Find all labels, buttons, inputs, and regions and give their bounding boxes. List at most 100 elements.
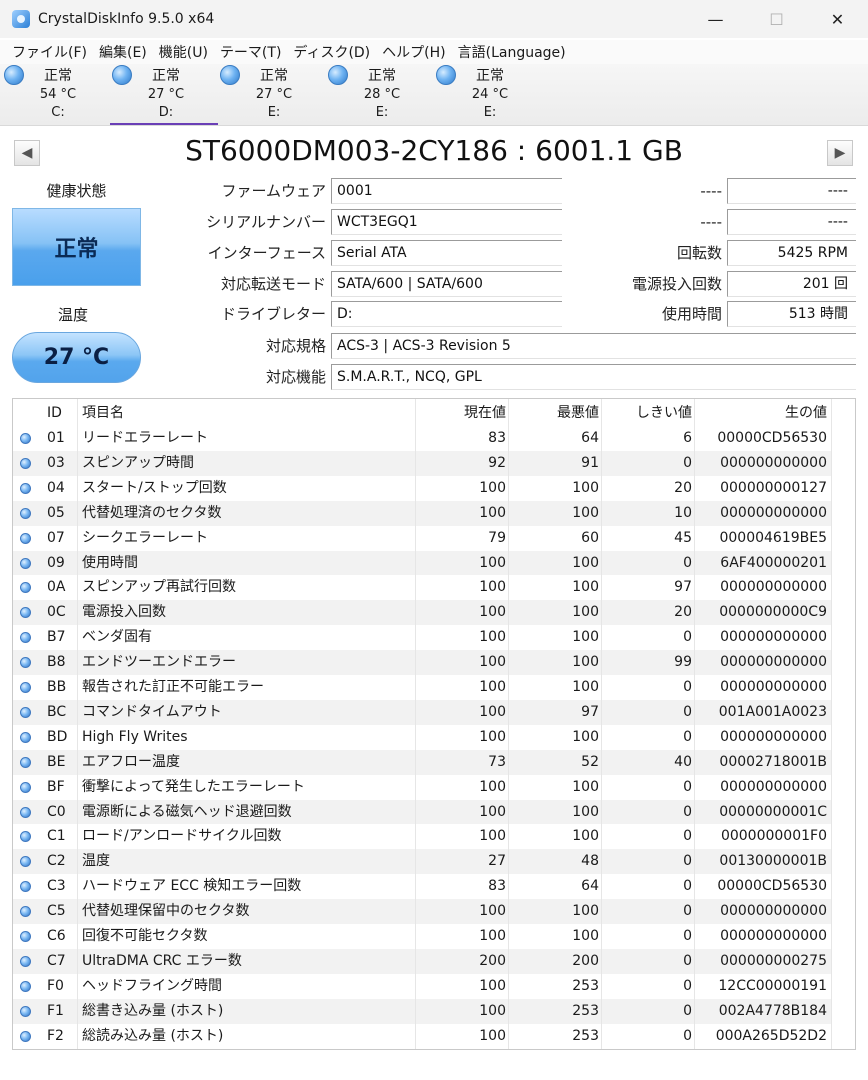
smart-current: 100 — [479, 654, 506, 671]
smart-raw: 000000000000 — [720, 728, 827, 745]
drive-tab-e3[interactable]: 正常 24 °C E: — [434, 64, 542, 126]
drive-tab-d[interactable]: 正常 27 °C D: — [110, 64, 218, 126]
smart-current: 27 — [488, 853, 506, 870]
smart-threshold: 99 — [674, 654, 692, 671]
drive-tab-e1[interactable]: 正常 27 °C E: — [218, 64, 326, 126]
header-name[interactable]: 項目名 — [77, 401, 417, 426]
table-row[interactable]: 04 スタート/ストップ回数 100 100 20 000000000127 — [13, 475, 831, 501]
table-row[interactable]: BC コマンドタイムアウト 100 97 0 001A001A0023 — [13, 699, 831, 725]
table-row[interactable]: BD High Fly Writes 100 100 0 000000000000 — [13, 724, 831, 750]
drive-tab-c[interactable]: 正常 54 °C C: — [2, 64, 110, 126]
smart-name: ベンダ固有 — [82, 629, 152, 646]
health-status-icon — [328, 65, 348, 85]
menu-function[interactable]: 機能(U) — [153, 42, 214, 62]
table-row[interactable]: 07 シークエラーレート 79 60 45 000004619BE5 — [13, 525, 831, 551]
table-row[interactable]: F2 総読み込み量 (ホスト) 100 253 0 000A265D52D2 — [13, 1023, 831, 1049]
smart-threshold: 0 — [683, 554, 692, 571]
smart-threshold: 0 — [683, 778, 692, 795]
health-status-button[interactable]: 正常 — [12, 208, 141, 286]
smart-id: C0 — [47, 803, 66, 820]
menu-edit[interactable]: 編集(E) — [93, 42, 153, 62]
smart-current: 100 — [479, 1027, 506, 1044]
header-raw[interactable]: 生の値 — [696, 401, 831, 426]
smart-threshold: 0 — [683, 878, 692, 895]
smart-id: 0A — [47, 579, 66, 596]
header-current[interactable]: 現在値 — [417, 401, 510, 426]
table-row[interactable]: B8 エンドツーエンドエラー 100 100 99 000000000000 — [13, 650, 831, 676]
table-row[interactable]: BE エアフロー温度 73 52 40 00002718001B — [13, 749, 831, 775]
smart-worst: 64 — [581, 430, 599, 446]
status-dot-icon — [19, 806, 31, 818]
header-worst[interactable]: 最悪値 — [510, 401, 603, 426]
smart-threshold: 20 — [674, 604, 692, 621]
table-row[interactable]: B7 ベンダ固有 100 100 0 000000000000 — [13, 625, 831, 651]
smart-id: B8 — [47, 654, 66, 671]
drive-tab-e2[interactable]: 正常 28 °C E: — [326, 64, 434, 126]
minimize-button[interactable]: — — [685, 0, 746, 38]
smart-worst: 100 — [572, 928, 599, 944]
interface-label: インターフェース — [207, 244, 326, 262]
smart-worst: 253 — [572, 977, 599, 994]
smart-id: 0C — [47, 604, 66, 621]
smart-threshold: 0 — [683, 1027, 692, 1044]
menu-help[interactable]: ヘルプ(H) — [376, 42, 451, 62]
table-row[interactable]: 05 代替処理済のセクタ数 100 100 10 000000000000 — [13, 500, 831, 526]
table-row[interactable]: C1 ロード/アンロードサイクル回数 100 100 0 0000000001F0 — [13, 824, 831, 850]
table-row[interactable]: 09 使用時間 100 100 0 6AF400000201 — [13, 550, 831, 576]
status-dot-icon — [19, 682, 31, 693]
smart-current: 100 — [479, 504, 506, 521]
smart-raw: 00000CD56530 — [717, 430, 827, 446]
smart-worst: 100 — [572, 479, 599, 496]
header-id[interactable]: ID — [37, 401, 77, 426]
smart-name: スタート/ストップ回数 — [82, 479, 227, 496]
smart-attributes-table[interactable]: ID 項目名 現在値 最悪値 しきい値 生の値 01 リードエラーレート 83 64 6… — [12, 398, 856, 1050]
menu-language[interactable]: 言語(Language) — [452, 42, 572, 62]
menu-bar: ファイル(F) 編集(E) 機能(U) テーマ(T) ディスク(D) ヘルプ(H… — [0, 40, 868, 64]
table-row[interactable]: C7 UltraDMA CRC エラー数 200 200 0 000000000275 — [13, 948, 831, 974]
table-row[interactable]: C3 ハードウェア ECC 検知エラー回数 83 64 0 00000CD56530 — [13, 874, 831, 900]
smart-raw: 000000000000 — [720, 504, 827, 521]
smart-worst: 100 — [572, 803, 599, 820]
menu-disk[interactable]: ディスク(D) — [287, 42, 376, 62]
status-dot-icon — [19, 507, 31, 519]
table-row[interactable]: C2 温度 27 48 0 00130000001B — [13, 849, 831, 875]
header-threshold[interactable]: しきい値 — [603, 401, 696, 426]
table-row[interactable]: 0C 電源投入回数 100 100 20 0000000000C9 — [13, 600, 831, 626]
drive-letter: C: — [51, 105, 65, 120]
smart-id: BF — [47, 778, 65, 795]
table-row[interactable]: 03 スピンアップ時間 92 91 0 000000000000 — [13, 450, 831, 476]
smart-id: 07 — [47, 529, 65, 546]
smart-threshold: 0 — [683, 703, 692, 720]
maximize-button[interactable]: ☐ — [746, 0, 807, 38]
rotation-field: 5425 RPM — [727, 240, 856, 266]
smart-threshold: 0 — [683, 629, 692, 646]
smart-name: 代替処理保留中のセクタ数 — [82, 903, 250, 920]
smart-current: 92 — [488, 454, 506, 471]
table-row[interactable]: C6 回復不可能セクタ数 100 100 0 000000000000 — [13, 924, 831, 949]
menu-theme[interactable]: テーマ(T) — [214, 42, 287, 62]
menu-file[interactable]: ファイル(F) — [6, 42, 93, 62]
table-row[interactable]: F1 総書き込み量 (ホスト) 100 253 0 002A4778B184 — [13, 998, 831, 1024]
close-button[interactable]: ✕ — [807, 0, 868, 38]
drive-status: 正常 — [260, 68, 288, 84]
table-row[interactable]: 01 リードエラーレート 83 64 6 00000CD56530 — [13, 426, 831, 451]
table-row[interactable]: F0 ヘッドフライング時間 100 253 0 12CC00000191 — [13, 973, 831, 999]
smart-raw: 000000000000 — [720, 903, 827, 920]
smart-threshold: 0 — [683, 679, 692, 695]
smart-raw: 00000CD56530 — [717, 878, 827, 895]
next-disk-button[interactable]: ▶ — [827, 140, 853, 166]
table-row[interactable]: 0A スピンアップ再試行回数 100 100 97 000000000000 — [13, 575, 831, 601]
smart-name: ヘッドフライング時間 — [82, 977, 222, 994]
table-row[interactable]: BF 衝撃によって発生したエラーレート 100 100 0 000000000000 — [13, 774, 831, 800]
table-row[interactable]: BB 報告された訂正不可能エラー 100 100 0 000000000000 — [13, 675, 831, 700]
smart-current: 100 — [479, 728, 506, 745]
smart-worst: 64 — [581, 878, 599, 895]
status-dot-icon — [19, 706, 31, 718]
table-row[interactable]: C5 代替処理保留中のセクタ数 100 100 0 000000000000 — [13, 899, 831, 925]
smart-current: 83 — [488, 878, 506, 895]
status-dot-icon — [19, 856, 31, 868]
table-row[interactable]: C0 電源断による磁気ヘッド退避回数 100 100 0 00000000001C — [13, 799, 831, 825]
serial-label: シリアルナンバー — [206, 213, 326, 231]
smart-worst: 97 — [581, 703, 599, 720]
rotation-label: 回転数 — [676, 244, 722, 262]
